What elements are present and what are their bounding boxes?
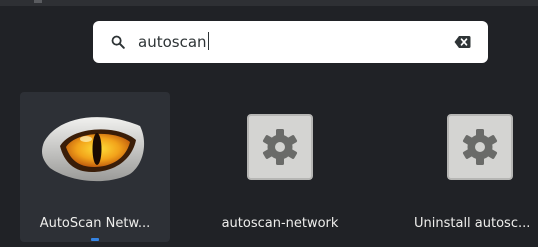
settings-app-icon [447,114,513,180]
text-caret [207,32,209,50]
search-icon [111,35,125,49]
search-query: autoscan [138,33,207,51]
search-entry[interactable]: autoscan [93,21,488,63]
search-result-uninstall-autoscan[interactable]: Uninstall autosc... [405,92,538,242]
search-input[interactable]: autoscan [138,32,209,52]
search-result-autoscan-network-app[interactable]: AutoScan Netw... [20,92,170,242]
search-result-autoscan-network[interactable]: autoscan-network [205,92,355,242]
gear-icon [262,129,298,165]
backspace-clear-icon[interactable] [454,35,471,49]
top-panel-edge [0,0,538,6]
running-indicator [91,238,99,241]
search-result-label: Uninstall autosc... [414,216,531,231]
search-result-label: autoscan-network [221,216,339,231]
gear-icon [462,129,498,165]
settings-app-icon [247,114,313,180]
gear-tile [447,114,513,180]
gear-tile [247,114,313,180]
panel-indicator [34,0,42,3]
cat-eye-app-icon [42,117,145,182]
search-result-label: AutoScan Netw... [39,216,151,231]
